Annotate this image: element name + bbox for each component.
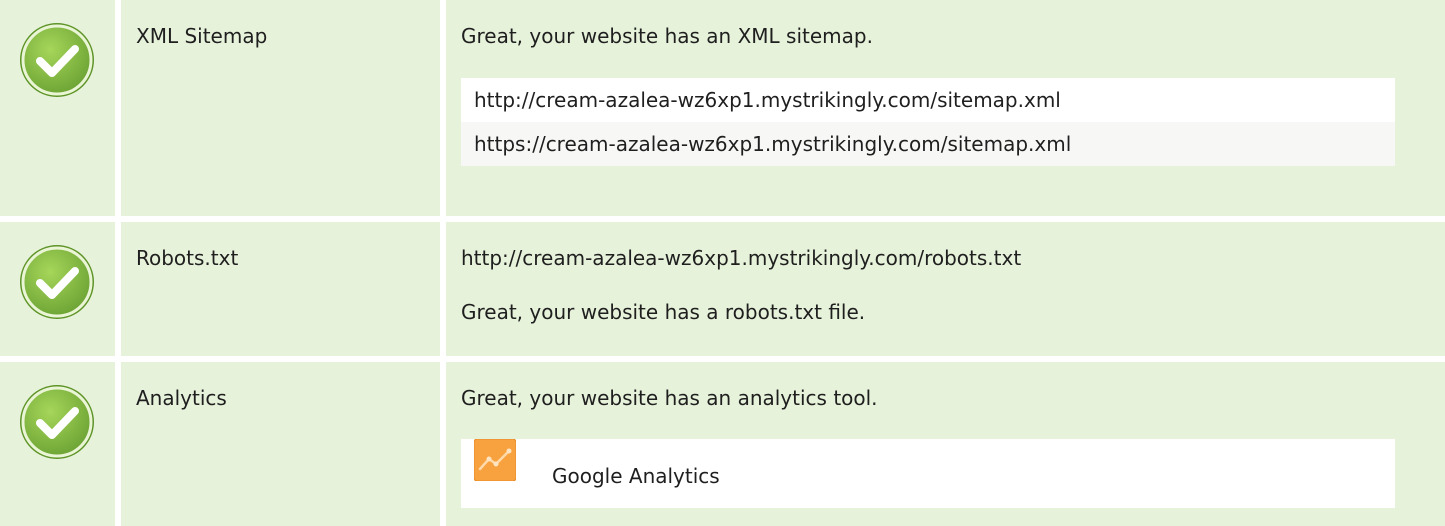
robots-url[interactable]: http://cream-azalea-wz6xp1.mystrikingly.… — [461, 244, 1445, 272]
check-details: Great, your website has an XML sitemap. … — [446, 0, 1445, 216]
check-row-analytics: Analytics Great, your website has an ana… — [0, 362, 1445, 526]
seo-checks-report: XML Sitemap Great, your website has an X… — [0, 0, 1445, 526]
analytics-tool-item: Google Analytics — [461, 439, 1395, 508]
check-details: http://cream-azalea-wz6xp1.mystrikingly.… — [446, 222, 1445, 356]
check-row-xml-sitemap: XML Sitemap Great, your website has an X… — [0, 0, 1445, 216]
sitemap-url-https[interactable]: https://cream-azalea-wz6xp1.mystrikingly… — [461, 122, 1395, 166]
check-row-robots-txt: Robots.txt http://cream-azalea-wz6xp1.my… — [0, 222, 1445, 356]
check-message: Great, your website has a robots.txt fil… — [461, 300, 866, 324]
google-analytics-icon — [474, 439, 516, 481]
analytics-tool-name: Google Analytics — [552, 464, 720, 488]
check-message: Great, your website has an XML sitemap. — [461, 24, 873, 48]
sitemap-url-list: http://cream-azalea-wz6xp1.mystrikingly.… — [461, 78, 1395, 166]
check-passed-icon — [20, 23, 94, 97]
status-cell — [0, 0, 115, 216]
check-passed-icon — [20, 385, 94, 459]
check-details: Great, your website has an analytics too… — [446, 362, 1445, 526]
check-label: Analytics — [121, 362, 440, 526]
sitemap-url-http[interactable]: http://cream-azalea-wz6xp1.mystrikingly.… — [461, 78, 1395, 122]
check-passed-icon — [20, 245, 94, 319]
status-cell — [0, 222, 115, 356]
check-label: XML Sitemap — [121, 0, 440, 216]
check-label: Robots.txt — [121, 222, 440, 356]
check-message: Great, your website has an analytics too… — [461, 386, 878, 410]
status-cell — [0, 362, 115, 526]
